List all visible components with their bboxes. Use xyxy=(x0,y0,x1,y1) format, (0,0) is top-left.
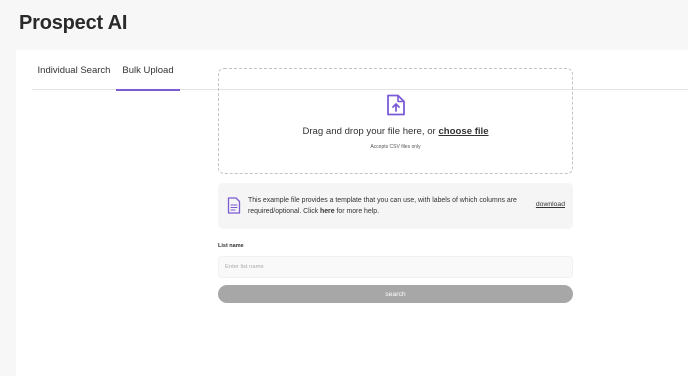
file-dropzone[interactable]: Drag and drop your file here, or choose … xyxy=(218,68,573,174)
download-example-link[interactable]: download xyxy=(536,201,565,208)
list-name-input[interactable] xyxy=(218,256,573,278)
document-icon xyxy=(227,197,241,214)
example-text-before: This example file provides a template th… xyxy=(248,197,517,215)
app-title: Prospect AI xyxy=(19,12,128,34)
example-description: This example file provides a template th… xyxy=(248,195,523,217)
example-text-after: for more help. xyxy=(334,208,380,215)
help-here-link[interactable]: here xyxy=(320,208,335,215)
dropzone-text: Drag and drop your file here, or xyxy=(302,126,439,137)
accepted-file-types: Accepts CSV files only xyxy=(370,144,421,150)
search-button[interactable]: search xyxy=(218,285,573,303)
choose-file-link[interactable]: choose file xyxy=(438,126,488,137)
list-name-label: List name xyxy=(218,243,244,249)
tab-individual-search[interactable]: Individual Search xyxy=(32,50,116,90)
example-file-box: This example file provides a template th… xyxy=(218,183,573,229)
tab-bulk-upload[interactable]: Bulk Upload xyxy=(116,50,180,91)
dropzone-instructions: Drag and drop your file here, or choose … xyxy=(219,126,572,137)
file-upload-icon xyxy=(387,94,405,116)
